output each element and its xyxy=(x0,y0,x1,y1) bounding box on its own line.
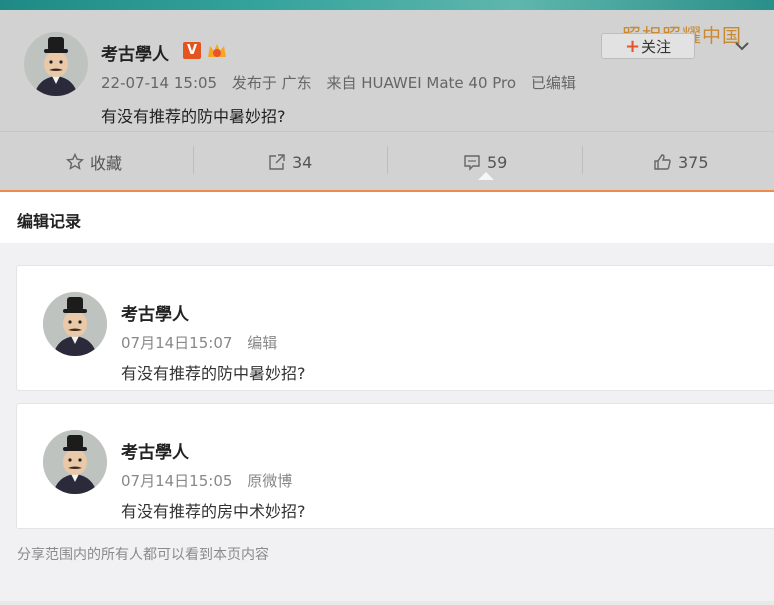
record-text: 有没有推荐的防中暑妙招? xyxy=(121,364,306,383)
weibo-post: 考古學人 V 22-07-14 15:05 发布于 广东 来自 HUAWEI M… xyxy=(0,10,774,190)
author-name[interactable]: 考古學人 xyxy=(101,40,169,65)
share-scope-note: 分享范围内的所有人都可以看到本页内容 xyxy=(17,547,269,563)
record-meta: 07月14日15:05 原微博 xyxy=(121,470,292,491)
edit-history-panel: 编辑记录 考古學人 07月14日15:07 编辑 有没有推荐的防中暑妙招? 考古… xyxy=(0,192,774,605)
vip-crown-icon xyxy=(208,44,226,57)
plus-icon: + xyxy=(624,36,641,57)
repost-button[interactable]: 34 xyxy=(268,132,312,192)
avatar[interactable] xyxy=(43,430,107,494)
panel-header: 编辑记录 xyxy=(0,192,774,243)
star-icon xyxy=(66,153,84,170)
post-text: 有没有推荐的防中暑妙招? xyxy=(101,107,286,126)
record-time: 07月14日15:07 xyxy=(121,334,233,352)
record-author[interactable]: 考古學人 xyxy=(121,438,189,463)
divider xyxy=(193,146,194,174)
edit-record: 考古學人 07月14日15:05 原微博 有没有推荐的房中术妙招? xyxy=(16,403,774,529)
popup-caret xyxy=(478,172,494,180)
post-location: 发布于 广东 xyxy=(231,74,312,92)
comment-count: 59 xyxy=(487,152,508,172)
favorite-button[interactable]: 收藏 xyxy=(66,132,122,192)
chevron-down-icon[interactable] xyxy=(734,38,750,54)
record-type: 原微博 xyxy=(247,472,293,490)
divider xyxy=(582,146,583,174)
divider xyxy=(387,146,388,174)
like-count: 375 xyxy=(678,152,709,172)
avatar[interactable] xyxy=(43,292,107,356)
comment-icon xyxy=(464,155,480,171)
post-datetime[interactable]: 22-07-14 15:05 xyxy=(101,74,217,92)
record-text: 有没有推荐的房中术妙招? xyxy=(121,502,306,521)
share-icon xyxy=(269,154,285,170)
action-bar: 收藏 34 59 375 xyxy=(0,131,774,192)
verified-badge-icon: V xyxy=(183,42,201,59)
bottom-strip xyxy=(0,601,774,605)
post-source: 来自 HUAWEI Mate 40 Pro xyxy=(326,74,517,92)
record-type: 编辑 xyxy=(247,334,278,352)
post-meta: 22-07-14 15:05 发布于 广东 来自 HUAWEI Mate 40 … xyxy=(101,72,576,93)
edited-link[interactable]: 已编辑 xyxy=(531,74,576,92)
comment-button[interactable]: 59 xyxy=(463,132,507,192)
edit-record: 考古學人 07月14日15:07 编辑 有没有推荐的防中暑妙招? xyxy=(16,265,774,391)
record-meta: 07月14日15:07 编辑 xyxy=(121,332,277,353)
follow-label: 关注 xyxy=(641,38,672,56)
record-author[interactable]: 考古學人 xyxy=(121,300,189,325)
avatar[interactable] xyxy=(24,32,88,96)
background-image-strip xyxy=(0,0,774,10)
record-time: 07月14日15:05 xyxy=(121,472,233,490)
repost-count: 34 xyxy=(292,152,313,172)
follow-button[interactable]: +关注 xyxy=(601,33,695,59)
favorite-label: 收藏 xyxy=(90,154,123,173)
thumbs-up-icon xyxy=(654,154,671,170)
like-button[interactable]: 375 xyxy=(653,132,709,192)
panel-title: 编辑记录 xyxy=(17,212,82,231)
